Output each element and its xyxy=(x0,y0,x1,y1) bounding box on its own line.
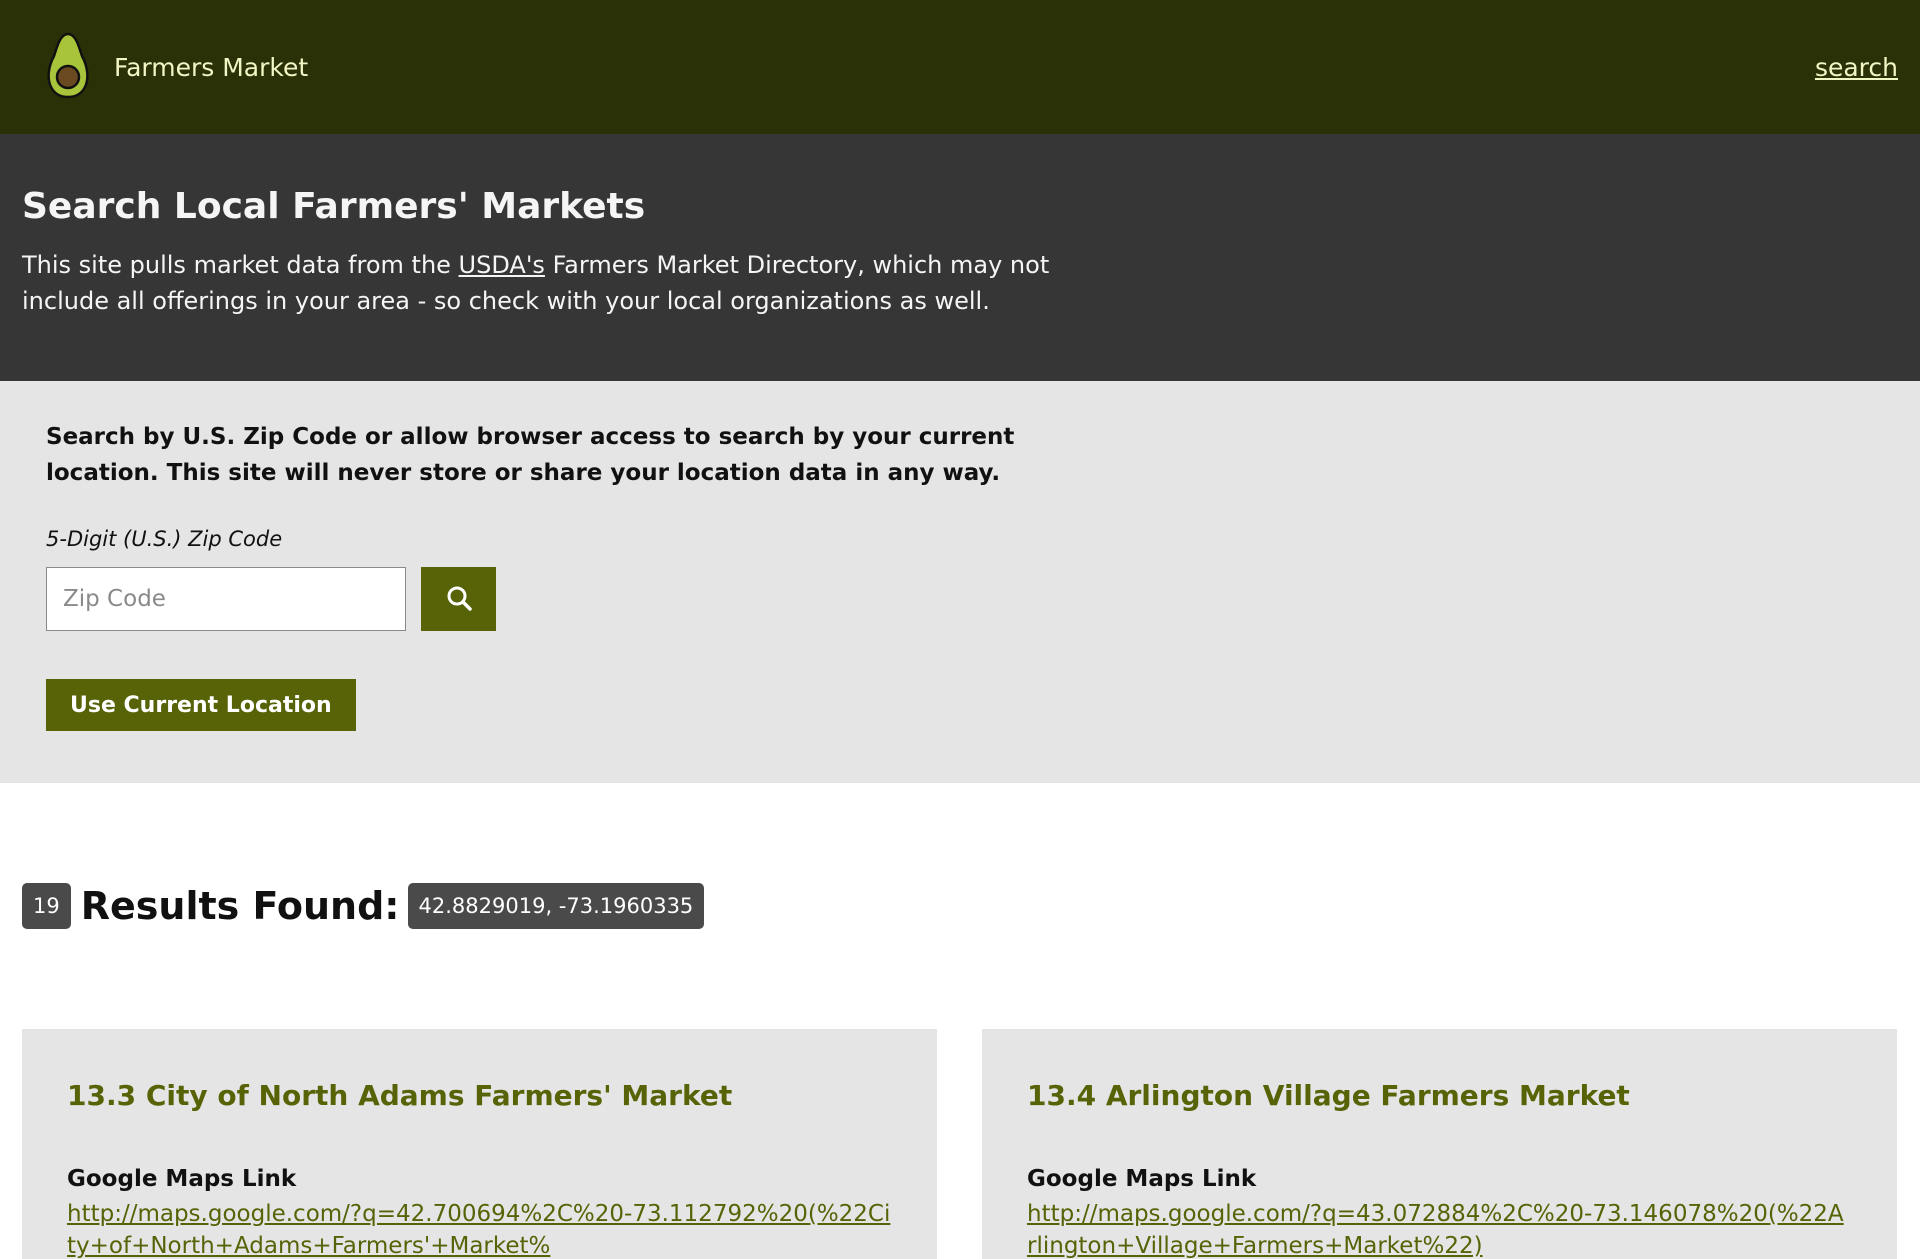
avocado-icon xyxy=(44,31,92,103)
intro-text: This site pulls market data from the USD… xyxy=(22,247,1082,319)
market-card: 13.4 Arlington Village Farmers Market Go… xyxy=(982,1029,1897,1259)
market-card: 13.3 City of North Adams Farmers' Market… xyxy=(22,1029,937,1259)
results-count-badge: 19 xyxy=(22,883,71,929)
page-title: Search Local Farmers' Markets xyxy=(22,186,646,227)
market-title: 13.3 City of North Adams Farmers' Market xyxy=(67,1079,733,1112)
brand[interactable]: Farmers Market xyxy=(44,31,308,103)
results-header: 19 Results Found: 42.8829019, -73.196033… xyxy=(0,883,1920,929)
intro-section: Search Local Farmers' Markets This site … xyxy=(0,134,1920,381)
maps-link-label: Google Maps Link xyxy=(1027,1166,1257,1192)
zip-label: 5-Digit (U.S.) Zip Code xyxy=(46,527,283,551)
use-current-location-button[interactable]: Use Current Location xyxy=(46,679,356,731)
intro-text-start: This site pulls market data from the xyxy=(22,251,459,279)
search-description: Search by U.S. Zip Code or allow browser… xyxy=(46,424,1015,486)
zip-search-button[interactable] xyxy=(421,567,496,631)
brand-name: Farmers Market xyxy=(114,52,309,82)
google-maps-link[interactable]: http://maps.google.com/?q=42.700694%2C%2… xyxy=(67,1198,892,1259)
results-title: Results Found: xyxy=(80,884,400,928)
market-title: 13.4 Arlington Village Farmers Market xyxy=(1027,1079,1630,1112)
top-navbar: Farmers Market search xyxy=(0,0,1920,134)
zip-code-input[interactable] xyxy=(46,567,406,631)
zip-search-row xyxy=(46,567,1874,631)
usda-link[interactable]: USDA's xyxy=(459,251,545,279)
location-coords-badge: 42.8829019, -73.1960335 xyxy=(407,883,705,929)
google-maps-link[interactable]: http://maps.google.com/?q=43.072884%2C%2… xyxy=(1027,1198,1852,1259)
search-nav-link[interactable]: search xyxy=(1815,53,1898,82)
search-icon xyxy=(445,584,473,615)
maps-link-label: Google Maps Link xyxy=(67,1166,297,1192)
search-panel: Search by U.S. Zip Code or allow browser… xyxy=(0,381,1920,783)
results-list: 13.3 City of North Adams Farmers' Market… xyxy=(0,1029,1920,1259)
